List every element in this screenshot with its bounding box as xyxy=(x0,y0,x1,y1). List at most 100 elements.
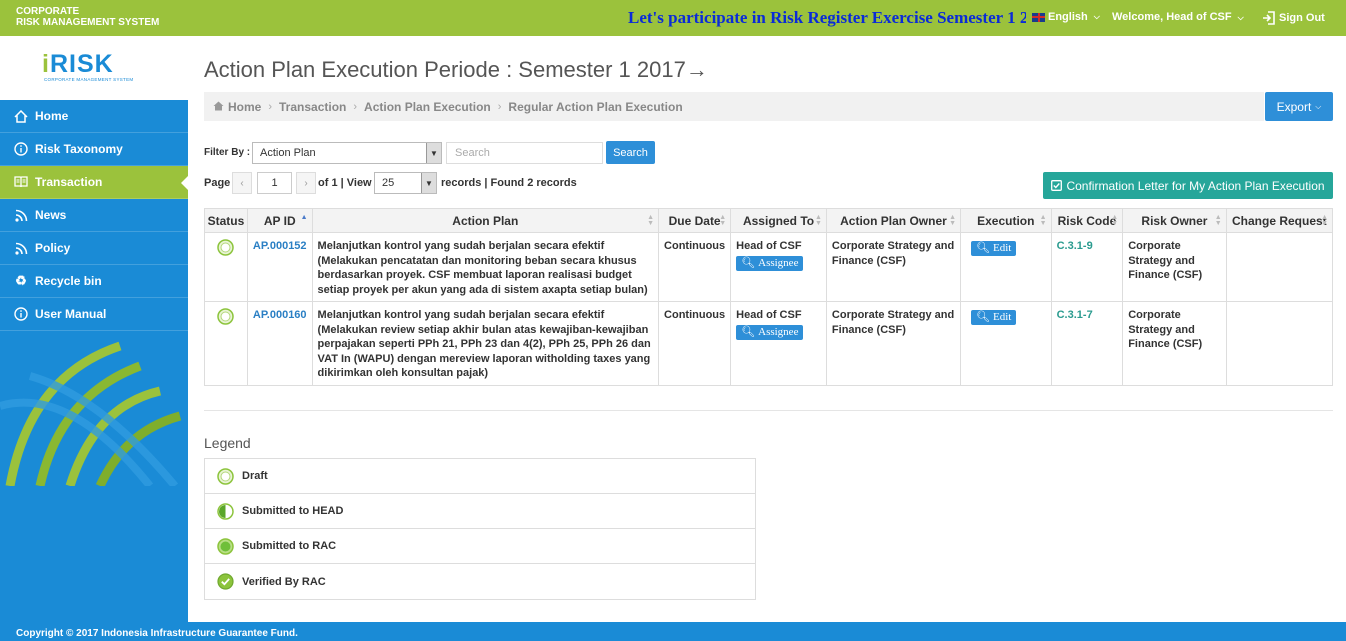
check-square-icon xyxy=(1051,180,1063,191)
breadcrumb: Home › Transaction › Action Plan Executi… xyxy=(204,92,1264,121)
prev-page-button[interactable]: ‹ xyxy=(232,172,252,194)
table-header-row: Status AP ID ▲ Action Plan ▲ ▼ Due Date ▲ ▼ A… xyxy=(204,208,1334,233)
home-icon xyxy=(213,100,224,114)
legend-label: Draft xyxy=(242,470,268,482)
status-verified-icon xyxy=(217,573,234,590)
sidebar-item-risk-taxonomy[interactable]: Risk Taxonomy xyxy=(0,133,188,166)
breadcrumb-home[interactable]: Home xyxy=(228,100,261,114)
search-icon: 🔍︎ xyxy=(976,242,990,254)
sidebar-item-transaction[interactable]: Transaction xyxy=(0,166,188,199)
sign-out-link[interactable]: Sign Out xyxy=(1262,11,1325,25)
decorative-arches-graphic xyxy=(0,341,182,486)
assignee-button[interactable]: 🔍︎ Assignee xyxy=(736,255,804,271)
column-header-status[interactable]: Status xyxy=(204,208,248,233)
brand-line-2: RISK MANAGEMENT SYSTEM xyxy=(16,17,160,28)
language-dropdown[interactable]: English ⌵ xyxy=(1032,11,1100,23)
legend-item-verified-by-rac: Verified By RAC xyxy=(205,564,755,599)
edit-button[interactable]: 🔍︎ Edit xyxy=(971,241,1017,256)
search-button[interactable]: Search xyxy=(606,141,655,164)
sidebar-item-home[interactable]: Home xyxy=(0,100,188,133)
breadcrumb-action-plan-execution[interactable]: Action Plan Execution xyxy=(364,100,491,114)
dropdown-arrow-icon: ▼ xyxy=(426,143,441,163)
legend-label: Submitted to RAC xyxy=(242,540,337,552)
page-size-select[interactable]: 25 ▼ xyxy=(374,172,437,194)
column-header-execution[interactable]: Execution ▲ ▼ xyxy=(960,208,1052,233)
risk-code-cell: C.3.1-7 xyxy=(1050,301,1124,386)
page-size-value: 25 xyxy=(382,177,395,189)
sidebar-item-news[interactable]: News xyxy=(0,199,188,232)
column-header-risk-code[interactable]: Risk Code ▲ ▼ xyxy=(1050,208,1124,233)
uk-flag-icon xyxy=(1032,12,1045,22)
column-header-change-request[interactable]: Change Request ▲ ▼ xyxy=(1225,208,1334,233)
change-request-cell xyxy=(1225,232,1334,302)
search-icon: 🔍︎ xyxy=(741,256,756,269)
dropdown-arrow-icon: ▼ xyxy=(421,173,436,193)
ap-id-link[interactable]: AP.000160 xyxy=(253,309,307,321)
column-header-action-plan[interactable]: Action Plan ▲ ▼ xyxy=(311,208,660,233)
assignee-button[interactable]: 🔍︎ Assignee xyxy=(736,324,804,340)
export-label: Export xyxy=(1276,99,1312,114)
status-cell xyxy=(204,301,248,386)
status-draft-icon xyxy=(217,467,234,485)
status-half-icon xyxy=(217,502,234,520)
status-draft-icon xyxy=(217,239,235,256)
user-menu[interactable]: Welcome, Head of CSF ⌵ xyxy=(1112,11,1244,23)
column-header-ap-id[interactable]: AP ID ▲ xyxy=(246,208,313,233)
sidebar: iRISK CORPORATE MANAGEMENT SYSTEM Home R… xyxy=(0,36,188,622)
column-header-risk-owner[interactable]: Risk Owner ▲ ▼ xyxy=(1122,208,1227,233)
sidebar-item-user-manual[interactable]: User Manual xyxy=(0,298,188,331)
breadcrumb-transaction[interactable]: Transaction xyxy=(279,100,346,114)
page-of-text: of 1 | View xyxy=(318,177,372,189)
filter-label: Filter By : xyxy=(204,147,251,158)
export-button[interactable]: Export ⌵ xyxy=(1265,92,1333,121)
legend-title: Legend xyxy=(204,435,251,451)
divider xyxy=(204,410,1333,411)
risk-code-link[interactable]: C.3.1-7 xyxy=(1057,309,1093,321)
rss-icon xyxy=(14,209,28,222)
sidebar-item-label: Policy xyxy=(35,241,71,255)
risk-code-link[interactable]: C.3.1-9 xyxy=(1057,240,1093,252)
column-header-due-date[interactable]: Due Date ▲ ▼ xyxy=(658,208,732,233)
sidebar-item-label: Transaction xyxy=(35,175,103,189)
chevron-down-icon: ⌵ xyxy=(1315,101,1322,111)
sidebar-item-policy[interactable]: Policy xyxy=(0,232,188,265)
language-label: English xyxy=(1048,11,1088,23)
sidebar-item-recycle-bin[interactable]: ♻ Recycle bin xyxy=(0,265,188,298)
search-icon: 🔍︎ xyxy=(741,325,756,338)
assigned-to-text: Head of CSF xyxy=(736,309,802,321)
page-number-input[interactable]: 1 xyxy=(257,172,292,194)
legend: Draft Submitted to HEAD Submitted to RAC… xyxy=(204,458,756,600)
sort-icon: ▲ ▼ xyxy=(719,214,727,227)
chevron-down-icon: ⌵ xyxy=(1093,12,1100,21)
column-header-action-plan-owner[interactable]: Action Plan Owner ▲ ▼ xyxy=(825,208,962,233)
next-page-button[interactable]: › xyxy=(296,172,316,194)
sidebar-item-label: Risk Taxonomy xyxy=(35,142,123,156)
filter-select[interactable]: Action Plan ▼ xyxy=(252,142,442,164)
logo[interactable]: iRISK CORPORATE MANAGEMENT SYSTEM xyxy=(0,36,188,100)
search-icon: 🔍︎ xyxy=(976,311,990,323)
sidebar-item-label: Recycle bin xyxy=(35,274,102,288)
top-bar: CORPORATE RISK MANAGEMENT SYSTEM Let's p… xyxy=(0,0,1346,36)
ap-id-link[interactable]: AP.000152 xyxy=(253,240,307,252)
legend-label: Submitted to HEAD xyxy=(242,505,344,517)
confirmation-letter-button[interactable]: Confirmation Letter for My Action Plan E… xyxy=(1043,172,1333,199)
info-icon xyxy=(14,307,28,321)
legend-item-draft: Draft xyxy=(205,459,755,494)
sort-icon: ▲ ▼ xyxy=(1321,214,1328,227)
change-request-cell xyxy=(1225,301,1334,386)
search-input[interactable]: Search xyxy=(446,142,603,164)
sidebar-menu: Home Risk Taxonomy Transaction News Poli… xyxy=(0,100,188,331)
legend-item-submitted-to-rac: Submitted to RAC xyxy=(205,529,755,564)
column-header-assigned-to[interactable]: Assigned To ▲ ▼ xyxy=(730,208,827,233)
recycle-icon: ♻ xyxy=(15,273,27,288)
logo-wordmark: iRISK xyxy=(42,50,114,78)
sort-icon: ▲ ▼ xyxy=(1214,214,1222,227)
book-icon xyxy=(14,176,28,188)
chevron-right-icon: › xyxy=(304,177,308,189)
chevron-down-icon: ⌵ xyxy=(1237,13,1244,22)
assigned-to-cell: Head of CSF 🔍︎ Assignee xyxy=(730,301,827,386)
sort-icon: ▲ ▼ xyxy=(1039,214,1047,227)
sidebar-item-label: User Manual xyxy=(35,307,107,321)
assigned-to-cell: Head of CSF 🔍︎ Assignee xyxy=(730,232,827,302)
edit-button[interactable]: 🔍︎ Edit xyxy=(971,310,1017,325)
